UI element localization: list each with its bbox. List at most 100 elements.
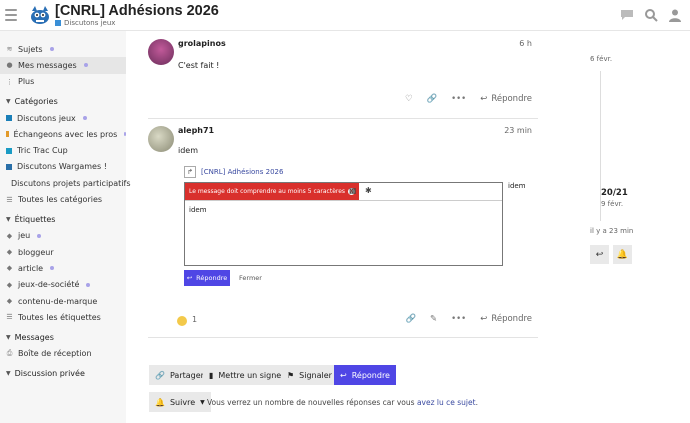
sidebar-item-all-tags[interactable]: ☰ Toutes les étiquettes: [0, 309, 126, 325]
sidebar-item-plus[interactable]: ⋮ Plus: [0, 74, 126, 90]
notice-text: Vous verrez un nombre de nouvelles répon…: [207, 398, 417, 407]
category-color-badge: [55, 20, 61, 26]
sidebar-item-label: Tric Trac Cup: [17, 146, 68, 156]
timeline-notification-button[interactable]: 🔔: [613, 245, 632, 264]
editor-textarea[interactable]: idem: [189, 206, 207, 214]
reply-button[interactable]: ↩ Répondre: [480, 314, 532, 324]
unread-dot: [49, 47, 54, 52]
timeline-start-date[interactable]: 6 févr.: [590, 55, 612, 63]
unread-dot: [82, 116, 87, 121]
chevron-down-icon: ▼: [6, 216, 11, 224]
sidebar-item-tag[interactable]: ◆ article: [0, 260, 126, 276]
sidebar-item-tag[interactable]: ◆ contenu-de-marque: [0, 293, 126, 309]
calendar-icon[interactable]: ▦: [349, 186, 357, 195]
sidebar: ≋ Sujets ● Mes messages ⋮ Plus ▼ Catégor…: [0, 31, 130, 423]
bookmark-icon: ▮: [209, 370, 214, 380]
sidebar-item-sujets[interactable]: ≋ Sujets: [0, 41, 126, 57]
bookmark-button[interactable]: ▮ Mettre un signet: [203, 365, 291, 385]
user-menu-icon[interactable]: [668, 8, 682, 22]
sidebar-item-category[interactable]: Discutons jeux: [0, 110, 126, 126]
user-icon: ●: [6, 61, 13, 70]
post-time[interactable]: 23 min: [504, 126, 532, 135]
timeline-end-date[interactable]: il y a 23 min: [590, 227, 633, 235]
section-title: Étiquettes: [14, 215, 56, 225]
reply-icon: ↩: [480, 314, 488, 324]
reply-editor[interactable]: Le message doit comprendre au moins 5 ca…: [184, 182, 503, 266]
section-title: Catégories: [14, 97, 58, 107]
tag-icon: ◆: [6, 280, 13, 289]
sidebar-item-tag[interactable]: ◆ jeux-de-société: [0, 277, 126, 293]
site-logo[interactable]: [29, 4, 51, 26]
error-text: Le message doit comprendre au moins 5 ca…: [189, 188, 346, 195]
quote-side-text: idem: [508, 182, 526, 190]
follow-dropdown[interactable]: 🔔 Suivre ▼: [149, 392, 211, 412]
sidebar-section-tags[interactable]: ▼ Étiquettes: [0, 212, 126, 228]
gear-icon[interactable]: ✱: [365, 186, 372, 195]
more-icon[interactable]: •••: [451, 94, 466, 104]
error-message: Le message doit comprendre au moins 5 ca…: [185, 183, 360, 200]
search-icon[interactable]: [644, 8, 658, 22]
sidebar-item-category[interactable]: Discutons Wargames !: [0, 159, 126, 175]
timeline-position: 20/21: [601, 188, 628, 198]
tag-icon: ◆: [6, 297, 13, 305]
category-color-badge: [6, 115, 12, 122]
topic-category[interactable]: Discutons jeux: [55, 19, 115, 27]
chevron-down-icon: ▼: [6, 370, 11, 378]
sidebar-item-label: Échangeons avec les pros: [13, 129, 118, 139]
hamburger-menu-icon[interactable]: [5, 9, 17, 21]
editor-close-button[interactable]: Fermer: [239, 274, 262, 282]
sidebar-item-tag[interactable]: ◆ jeu: [0, 228, 126, 244]
share-arrow-icon: ↱: [184, 166, 196, 178]
post-username[interactable]: grolapinos: [178, 39, 226, 48]
layers-icon: ≋: [6, 45, 13, 54]
sidebar-section-categories[interactable]: ▼ Catégories: [0, 94, 126, 110]
sidebar-item-label: jeux-de-société: [18, 280, 80, 290]
avatar[interactable]: [148, 39, 174, 65]
link-icon[interactable]: 🔗: [405, 314, 416, 324]
more-icon[interactable]: •••: [451, 314, 466, 324]
sidebar-item-all-categories[interactable]: ☰ Toutes les catégories: [0, 191, 126, 207]
site-header: [CNRL] Adhésions 2026 Discutons jeux: [0, 0, 690, 31]
avatar[interactable]: [148, 126, 174, 152]
section-title: Discussion privée: [14, 369, 85, 379]
sidebar-section-messages[interactable]: ▼ Messages: [0, 329, 126, 345]
chat-icon[interactable]: [620, 8, 634, 22]
share-button[interactable]: 🔗 Partager: [149, 365, 210, 385]
category-color-badge: [6, 163, 12, 170]
editor-reply-button[interactable]: ↩ Répondre: [184, 270, 230, 286]
notice-link[interactable]: avez lu ce sujet: [417, 398, 476, 407]
chevron-down-icon: ▼: [6, 333, 11, 341]
sidebar-section-private[interactable]: ▼ Discussion privée: [0, 366, 126, 382]
timeline-scroller-track[interactable]: [600, 71, 601, 221]
sidebar-item-category[interactable]: Tric Trac Cup: [0, 142, 126, 158]
sidebar-item-mes-messages[interactable]: ● Mes messages: [0, 57, 126, 74]
sidebar-item-label: Toutes les étiquettes: [18, 312, 101, 322]
share-label: Partager: [169, 370, 204, 380]
link-icon[interactable]: 🔗: [427, 94, 438, 104]
timeline-reply-button[interactable]: ↩: [590, 245, 609, 264]
notification-notice: Vous verrez un nombre de nouvelles répon…: [207, 398, 478, 407]
reply-label: Répondre: [491, 314, 532, 324]
sidebar-item-label: Discutons jeux: [17, 113, 76, 123]
post-body: C'est fait !: [178, 61, 220, 70]
sidebar-item-tag[interactable]: ◆ bloggeur: [0, 244, 126, 260]
reaction-emoji-icon[interactable]: [177, 316, 187, 326]
quote-reference[interactable]: ↱ [CNRL] Adhésions 2026: [184, 166, 283, 178]
reply-button[interactable]: ↩ Répondre: [480, 94, 532, 104]
edit-icon[interactable]: ✎: [430, 314, 437, 324]
sidebar-item-inbox[interactable]: ⎙ Boîte de réception: [0, 345, 126, 361]
flag-button[interactable]: ⚑ Signaler: [281, 365, 338, 385]
topic-title[interactable]: [CNRL] Adhésions 2026: [55, 3, 219, 19]
sidebar-item-category[interactable]: Discutons projets participatifs: [0, 175, 130, 191]
notice-suffix: .: [475, 398, 478, 407]
sidebar-item-label: Discutons projets participatifs: [11, 178, 131, 188]
follow-label: Suivre: [169, 397, 196, 407]
sidebar-item-label: Mes messages: [18, 60, 77, 70]
post-time[interactable]: 6 h: [519, 39, 532, 48]
footer-reply-button[interactable]: ↩ Répondre: [334, 365, 396, 385]
heart-icon[interactable]: ♡: [405, 94, 413, 104]
unread-dot: [37, 233, 42, 238]
list-icon: ☰: [6, 195, 13, 204]
sidebar-item-category[interactable]: Échangeons avec les pros: [0, 126, 126, 142]
post-username[interactable]: aleph71: [178, 126, 214, 135]
